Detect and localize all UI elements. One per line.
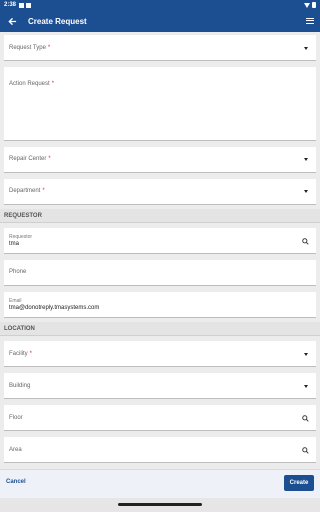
page-title: Create Request xyxy=(28,16,87,26)
requestor-label: Requestor xyxy=(9,234,33,240)
facility-select[interactable]: Facility * xyxy=(4,341,316,367)
action-request-label: Action Request * xyxy=(9,81,55,87)
request-type-label: Request Type * xyxy=(9,45,51,51)
back-arrow-icon xyxy=(7,17,16,25)
department-label: Department * xyxy=(9,188,45,194)
chevron-down-icon xyxy=(304,353,308,356)
department-select[interactable]: Department * xyxy=(4,179,316,205)
location-section-header: LOCATION xyxy=(0,322,320,336)
hamburger-icon xyxy=(306,18,314,24)
menu-button[interactable] xyxy=(300,10,320,32)
home-gesture-handle[interactable] xyxy=(118,503,202,506)
status-bar: 2:38 xyxy=(0,0,320,10)
chevron-down-icon xyxy=(304,190,308,193)
requestor-value: tma xyxy=(9,241,20,247)
footer-bar: Cancel Create xyxy=(0,469,320,498)
email-field[interactable]: Email tma@donotreply.tmasystems.com xyxy=(4,292,316,318)
repair-center-label: Repair Center * xyxy=(9,156,51,162)
notification-icon xyxy=(19,2,25,8)
chevron-down-icon xyxy=(304,385,308,388)
floor-field[interactable]: Floor xyxy=(4,405,316,431)
floor-label: Floor xyxy=(9,415,23,421)
building-label: Building xyxy=(9,383,31,389)
search-icon[interactable] xyxy=(302,447,309,454)
battery-icon xyxy=(312,2,316,8)
notification-icon-2 xyxy=(26,2,32,8)
wifi-icon xyxy=(304,2,310,8)
repair-center-select[interactable]: Repair Center * xyxy=(4,147,316,173)
status-time: 2:38 xyxy=(4,2,17,8)
back-button[interactable] xyxy=(2,10,22,32)
chevron-down-icon xyxy=(304,47,308,50)
phone-field[interactable]: Phone xyxy=(4,260,316,286)
email-label: Email xyxy=(9,298,22,304)
area-label: Area xyxy=(9,447,22,453)
facility-label: Facility * xyxy=(9,351,33,357)
system-nav-bar xyxy=(0,498,320,512)
app-bar: Create Request xyxy=(0,10,320,32)
search-icon[interactable] xyxy=(302,415,309,422)
phone-label: Phone xyxy=(9,269,27,275)
requestor-section-header: REQUESTOR xyxy=(0,209,320,223)
chevron-down-icon xyxy=(304,158,308,161)
area-field[interactable]: Area xyxy=(4,437,316,463)
request-type-select[interactable]: Request Type * xyxy=(4,35,316,61)
create-button[interactable]: Create xyxy=(284,475,314,491)
building-select[interactable]: Building xyxy=(4,373,316,399)
cancel-button[interactable]: Cancel xyxy=(6,479,26,485)
requestor-field[interactable]: Requestor tma xyxy=(4,228,316,254)
email-value: tma@donotreply.tmasystems.com xyxy=(9,305,100,311)
action-request-textarea[interactable]: Action Request * xyxy=(4,67,316,141)
search-icon[interactable] xyxy=(302,238,309,245)
